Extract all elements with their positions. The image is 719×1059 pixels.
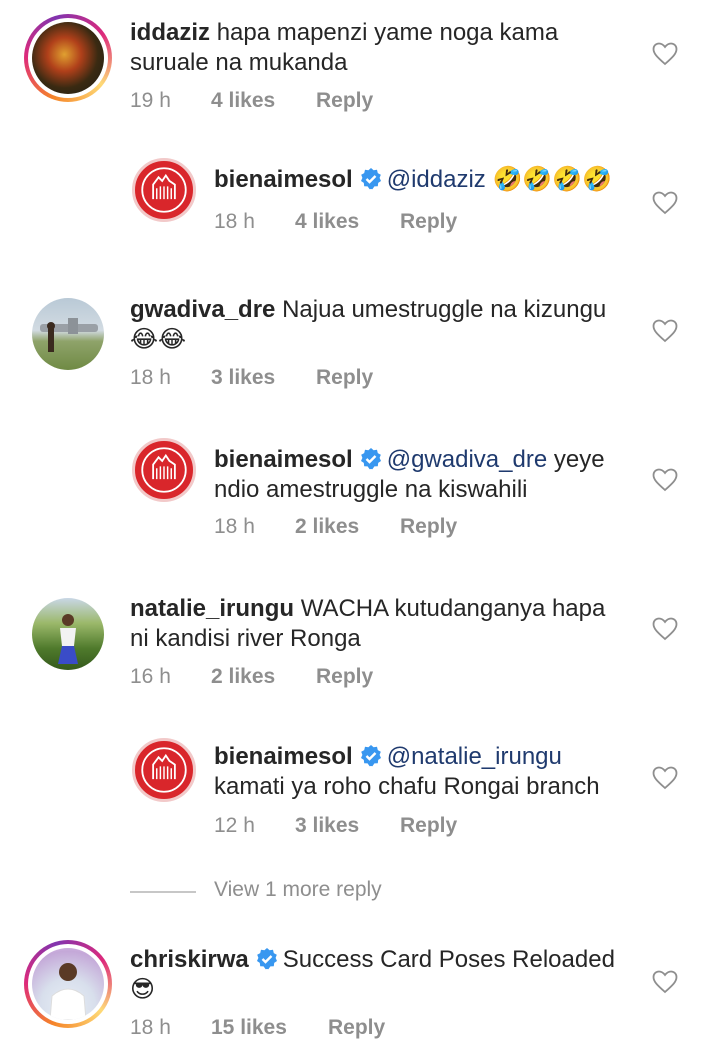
heart-icon[interactable]: [652, 766, 678, 790]
comment-chriskirwa: chriskirwa Success Card Poses Reloaded 😎 …: [0, 930, 719, 1059]
username[interactable]: chriskirwa: [130, 946, 249, 973]
emoji-text: 😂😂: [130, 326, 187, 353]
avatar[interactable]: [24, 14, 112, 102]
view-more-replies[interactable]: View 1 more reply: [130, 878, 430, 908]
reply-button[interactable]: Reply: [316, 89, 373, 113]
reply-bienaimesol-1: bienaimesol @iddaziz 🤣🤣🤣🤣 18 h 4 likes Re…: [0, 150, 719, 260]
avatar[interactable]: [32, 298, 104, 370]
comment-meta: 18 h 4 likes Reply: [214, 210, 514, 236]
reply-button[interactable]: Reply: [400, 210, 457, 234]
likes-count[interactable]: 15 likes: [211, 1016, 287, 1040]
mention-link[interactable]: @natalie_irungu: [387, 743, 562, 770]
heart-icon[interactable]: [652, 42, 678, 66]
reply-bienaimesol-3: bienaimesol @natalie_irungu kamati ya roh…: [0, 728, 719, 848]
view-more-label[interactable]: View 1 more reply: [214, 878, 382, 902]
comment-text: iddaziz hapa mapenzi yame noga kama suru…: [130, 19, 559, 76]
emoji-text: 😎: [130, 976, 156, 1003]
avatar[interactable]: [24, 940, 112, 1028]
heart-icon[interactable]: [652, 191, 678, 215]
timestamp: 18 h: [214, 515, 255, 538]
comment-text: chriskirwa Success Card Poses Reloaded 😎: [130, 946, 615, 1003]
comment-text: gwadiva_dre Najua umestruggle na kizungu…: [130, 296, 607, 353]
timestamp: 12 h: [214, 814, 255, 837]
reply-button[interactable]: Reply: [400, 515, 457, 539]
comment-meta: 16 h 2 likes Reply: [130, 665, 430, 691]
mention-link[interactable]: @gwadiva_dre: [387, 446, 547, 473]
reply-button[interactable]: Reply: [328, 1016, 385, 1040]
avatar[interactable]: [32, 598, 104, 670]
comment-natalie-irungu: natalie_irungu WACHA kutudanganya hapa n…: [0, 580, 719, 710]
heart-icon[interactable]: [652, 617, 678, 641]
reply-button[interactable]: Reply: [316, 366, 373, 390]
reply-bienaimesol-2: bienaimesol @gwadiva_dre yeye ndio amestr…: [0, 430, 719, 550]
timestamp: 16 h: [130, 665, 171, 688]
comment-gwadiva-dre: gwadiva_dre Najua umestruggle na kizungu…: [0, 280, 719, 410]
comment-meta: 18 h 2 likes Reply: [214, 515, 514, 541]
timestamp: 18 h: [214, 210, 255, 233]
comment-meta: 18 h 15 likes Reply: [130, 1016, 430, 1042]
username[interactable]: bienaimesol: [214, 446, 353, 473]
comment-meta: 19 h 4 likes Reply: [130, 89, 430, 115]
comment-text: bienaimesol @natalie_irungu kamati ya roh…: [214, 743, 600, 800]
rooster-logo-icon[interactable]: [132, 158, 196, 222]
mention-link[interactable]: @iddaziz: [387, 166, 486, 193]
username[interactable]: bienaimesol: [214, 166, 353, 193]
heart-icon[interactable]: [652, 319, 678, 343]
timestamp: 18 h: [130, 366, 171, 389]
heart-icon[interactable]: [652, 970, 678, 994]
verified-badge-icon: [360, 448, 381, 470]
timestamp: 18 h: [130, 1016, 171, 1039]
likes-count[interactable]: 3 likes: [295, 814, 359, 838]
reply-button[interactable]: Reply: [316, 665, 373, 689]
comment-text: bienaimesol @gwadiva_dre yeye ndio amestr…: [214, 446, 605, 503]
likes-count[interactable]: 4 likes: [211, 89, 275, 113]
rooster-logo-icon[interactable]: [132, 438, 196, 502]
likes-count[interactable]: 3 likes: [211, 366, 275, 390]
comment-meta: 18 h 3 likes Reply: [130, 366, 430, 392]
timestamp: 19 h: [130, 89, 171, 112]
likes-count[interactable]: 2 likes: [295, 515, 359, 539]
comment-text: natalie_irungu WACHA kutudanganya hapa n…: [130, 595, 606, 652]
verified-badge-icon: [360, 745, 381, 767]
verified-badge-icon: [256, 948, 277, 970]
heart-icon[interactable]: [652, 468, 678, 492]
reply-button[interactable]: Reply: [400, 814, 457, 838]
comment-meta: 12 h 3 likes Reply: [214, 814, 514, 840]
divider: [130, 891, 196, 893]
username[interactable]: iddaziz: [130, 19, 210, 46]
username[interactable]: bienaimesol: [214, 743, 353, 770]
rooster-logo-icon[interactable]: [132, 738, 196, 802]
emoji-text: 🤣🤣🤣🤣: [492, 166, 612, 193]
username[interactable]: natalie_irungu: [130, 595, 294, 622]
username[interactable]: gwadiva_dre: [130, 296, 275, 323]
comment-iddaziz: iddaziz hapa mapenzi yame noga kama suru…: [0, 0, 719, 130]
verified-badge-icon: [360, 168, 381, 190]
likes-count[interactable]: 4 likes: [295, 210, 359, 234]
likes-count[interactable]: 2 likes: [211, 665, 275, 689]
comment-text: bienaimesol @iddaziz 🤣🤣🤣🤣: [214, 165, 634, 195]
